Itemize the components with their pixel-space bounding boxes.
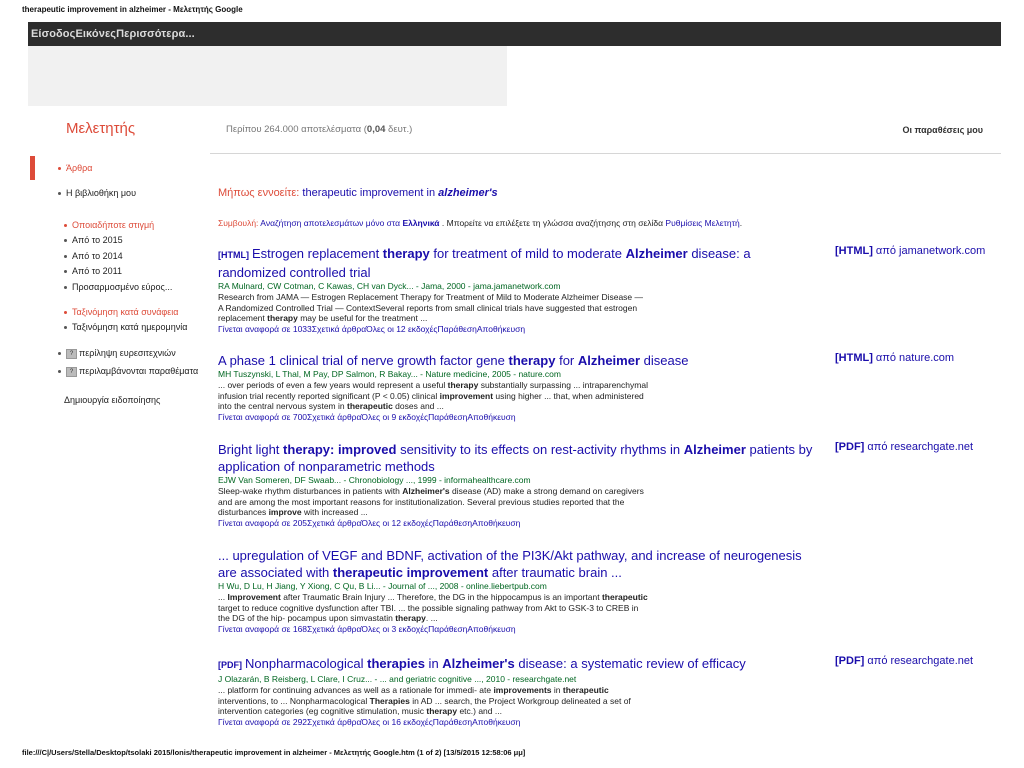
result-title-link[interactable]: A phase 1 clinical trial of nerve growth… — [218, 352, 818, 369]
result-title-link[interactable]: ... upregulation of VEGF and BDNF, activ… — [218, 547, 818, 581]
sidebar-item-articles[interactable]: Άρθρα — [58, 163, 92, 173]
header-divider — [210, 153, 1001, 154]
result-authors: RA Mulnard, CW Cotman, C Kawas, CH van D… — [218, 281, 561, 291]
fulltext-link[interactable]: [HTML] από nature.com — [835, 352, 954, 364]
result-snippet: ... over periods of even a few years wou… — [218, 380, 648, 411]
result-authors: H Wu, D Lu, H Jiang, Y Xiong, C Qu, B Li… — [218, 581, 547, 591]
result-actions[interactable]: Γίνεται αναφορά σε 1033Σχετικά άρθραΌλες… — [218, 324, 1008, 335]
result-title-link[interactable]: [HTML] Estrogen replacement therapy for t… — [218, 245, 818, 281]
include-citations-checkbox[interactable]: ? περιλαμβάνονται παραθέματα — [58, 366, 198, 377]
search-result: ... upregulation of VEGF and BDNF, activ… — [218, 547, 1008, 635]
time-filter-2011[interactable]: Από το 2011 — [64, 266, 122, 276]
result-snippet: Research from JAMA — Estrogen Replacemen… — [218, 292, 644, 323]
search-box-area[interactable] — [28, 46, 507, 106]
suggested-query-link[interactable]: therapeutic improvement in alzheimer's — [299, 187, 497, 199]
search-result: [PDF] Nonpharmacological therapies in Alz… — [218, 655, 1008, 728]
include-patents-checkbox[interactable]: ? περίληψη ευρεσιτεχνιών — [58, 348, 176, 359]
search-greek-only-link[interactable]: Αναζήτηση αποτελεσμάτων μόνο στα Ελληνικ… — [258, 218, 439, 228]
result-format-tag: [HTML] — [218, 250, 249, 260]
print-header: therapeutic improvement in alzheimer - Μ… — [22, 5, 243, 14]
result-actions[interactable]: Γίνεται αναφορά σε 292Σχετικά άρθραΌλες … — [218, 717, 1008, 728]
my-citations-link[interactable]: Οι παραθέσεις μου — [902, 125, 983, 135]
time-filter-any[interactable]: Οποιαδήποτε στιγμή — [64, 220, 154, 230]
sort-by-date[interactable]: Ταξινόμηση κατά ημερομηνία — [64, 322, 187, 332]
result-title-link[interactable]: [PDF] Nonpharmacological therapies in Alz… — [218, 655, 818, 674]
time-filter-2014[interactable]: Από το 2014 — [64, 251, 123, 261]
scholar-logo[interactable]: Μελετητής — [66, 120, 135, 137]
search-result: A phase 1 clinical trial of nerve growth… — [218, 352, 1008, 423]
search-result: [HTML] Estrogen replacement therapy for t… — [218, 245, 1008, 335]
result-actions[interactable]: Γίνεται αναφορά σε 700Σχετικά άρθραΌλες … — [218, 412, 1008, 423]
result-authors: MH Tuszynski, L Thal, M Pay, DP Salmon, … — [218, 369, 561, 379]
time-filter-custom[interactable]: Προσαρμοσμένο εύρος... — [64, 282, 172, 292]
result-snippet: ... platform for continuing advances as … — [218, 685, 631, 716]
scholar-settings-link[interactable]: Ρυθμίσεις Μελετητή — [665, 218, 739, 228]
time-filter-2015[interactable]: Από το 2015 — [64, 235, 123, 245]
result-format-tag: [PDF] — [218, 660, 242, 670]
fulltext-link[interactable]: [PDF] από researchgate.net — [835, 441, 973, 453]
search-result: Bright light therapy: improved sensitivi… — [218, 441, 1008, 529]
print-footer: file:///C|/Users/Stella/Desktop/tsolaki … — [22, 748, 526, 757]
results-count: Περίπου 264.000 αποτελέσματα (0,04 δευτ.… — [226, 124, 413, 135]
result-actions[interactable]: Γίνεται αναφορά σε 205Σχετικά άρθραΌλες … — [218, 518, 1008, 529]
result-authors: EJW Van Someren, DF Swaab... - Chronobio… — [218, 475, 531, 485]
top-navigation-bar: ΕίσοδοςΕικόνεςΠερισσότερα... — [28, 22, 1001, 46]
language-tip: Συμβουλή: Αναζήτηση αποτελεσμάτων μόνο σ… — [218, 218, 743, 228]
sidebar-item-library[interactable]: Η βιβλιοθήκη μου — [58, 188, 136, 198]
fulltext-link[interactable]: [HTML] από jamanetwork.com — [835, 245, 985, 257]
result-title-link[interactable]: Bright light therapy: improved sensitivi… — [218, 441, 818, 475]
brand-row: Μελετητής Περίπου 264.000 αποτελέσματα (… — [28, 108, 1001, 154]
result-actions[interactable]: Γίνεται αναφορά σε 168Σχετικά άρθραΌλες … — [218, 624, 1008, 635]
sort-by-relevance[interactable]: Ταξινόμηση κατά συνάφεια — [64, 307, 178, 317]
result-snippet: ... Improvement after Traumatic Brain In… — [218, 592, 648, 623]
create-alert-link[interactable]: Δημιουργία ειδοποίησης — [64, 395, 160, 405]
fulltext-link[interactable]: [PDF] από researchgate.net — [835, 655, 973, 667]
result-snippet: Sleep-wake rhythm disturbances in patien… — [218, 486, 644, 517]
active-section-marker — [30, 156, 35, 180]
checkbox-icon[interactable]: ? — [66, 348, 77, 359]
result-authors: J Olazarán, B Reisberg, L Clare, I Cruz.… — [218, 674, 577, 684]
top-nav-links[interactable]: ΕίσοδοςΕικόνεςΠερισσότερα... — [28, 28, 195, 40]
checkbox-icon[interactable]: ? — [66, 366, 77, 377]
did-you-mean: Μήπως εννοείτε: therapeutic improvement … — [218, 187, 498, 199]
